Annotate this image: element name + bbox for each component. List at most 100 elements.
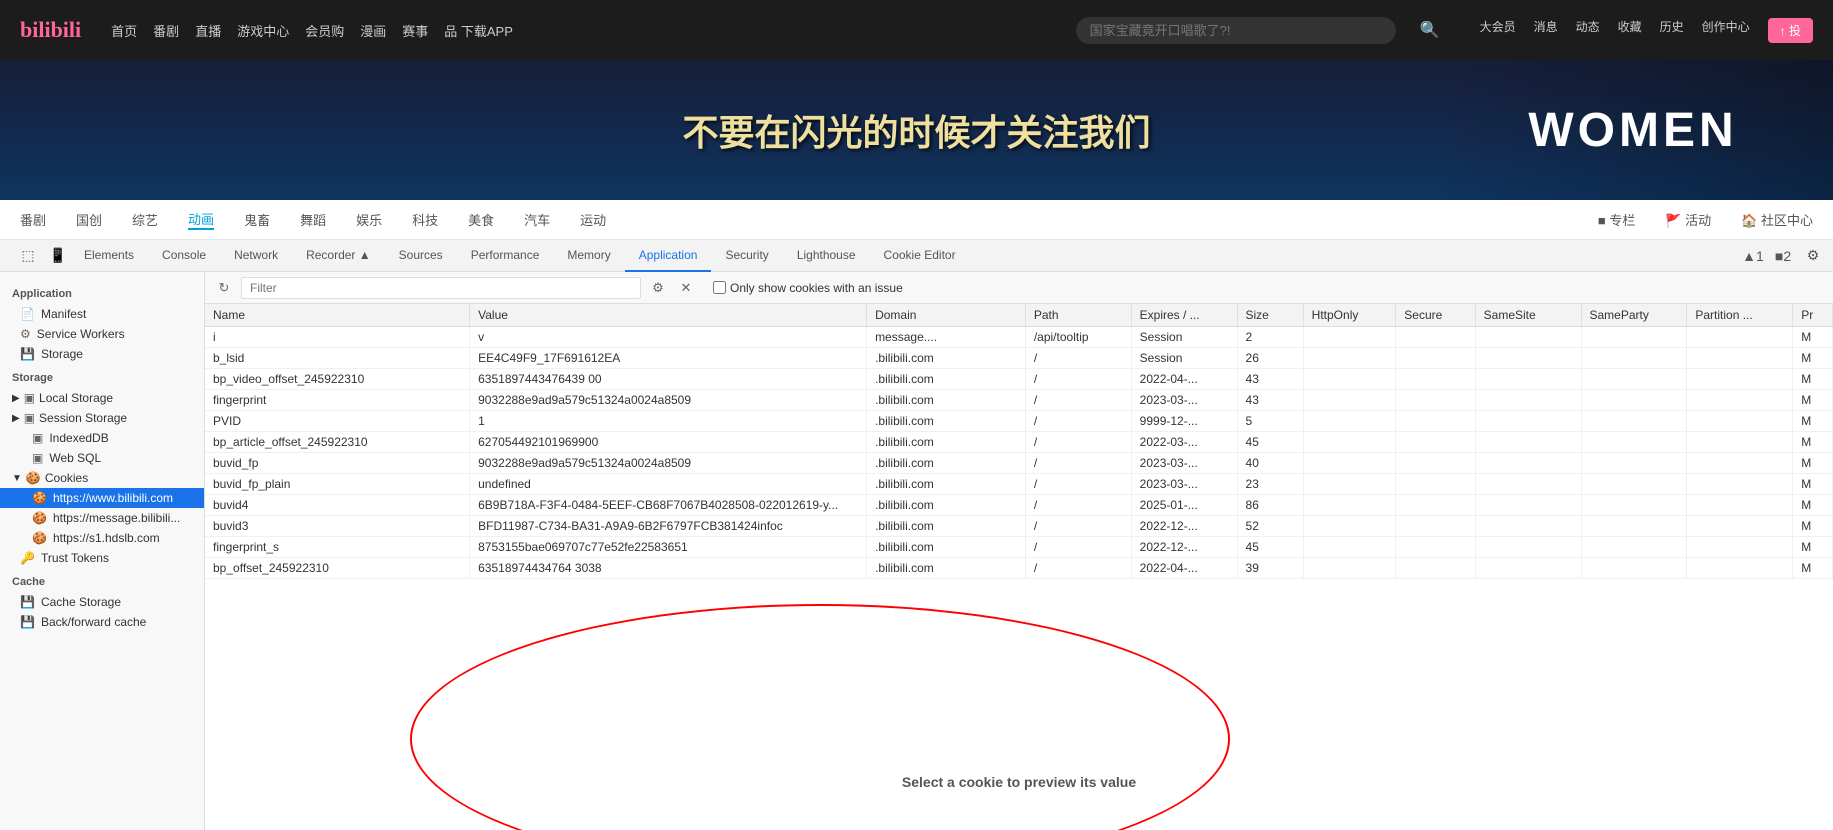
sidebar-label-local-storage: Local Storage [39,391,113,405]
annotation-circle [410,604,1230,830]
col-samesite[interactable]: SameSite [1475,304,1581,327]
table-row[interactable]: buvid_fp_plainundefined.bilibili.com/202… [205,474,1833,495]
subnav-anime[interactable]: 番剧 [20,210,46,229]
sidebar-session-storage[interactable]: ▶ ▣ Session Storage [0,408,204,428]
tab-sources[interactable]: Sources [385,240,457,272]
filter-options-icon[interactable]: ⚙ [647,277,669,299]
info-icon[interactable]: ■2 [1771,244,1795,268]
sidebar-local-storage[interactable]: ▶ ▣ Local Storage [0,388,204,408]
warning-icon[interactable]: ▲1 [1741,244,1765,268]
table-row[interactable]: b_lsidEE4C49F9_17F691612EA.bilibili.com/… [205,348,1833,369]
bilibili-header: bilibili 首页 番剧 直播 游戏中心 会员购 漫画 赛事 品 下载APP… [0,0,1833,200]
sidebar-cookies-group[interactable]: ▼ 🍪 Cookies [0,468,204,488]
tab-recorder[interactable]: Recorder ▲ [292,240,385,272]
table-row[interactable]: bp_article_offset_2459223106270544921019… [205,432,1833,453]
sidebar-cookie-bilibili-message[interactable]: 🍪 https://message.bilibili... [0,508,204,528]
refresh-icon[interactable]: ↻ [213,277,235,299]
tab-security[interactable]: Security [711,240,782,272]
nav-esports[interactable]: 赛事 [402,21,428,40]
subnav-variety[interactable]: 综艺 [132,210,158,229]
nav-manga[interactable]: 漫画 [360,21,386,40]
user-vip[interactable]: 大会员 [1480,18,1516,43]
sidebar-label-cookie-hdslb: https://s1.hdslb.com [53,531,160,545]
col-size[interactable]: Size [1237,304,1303,327]
user-fav[interactable]: 收藏 [1618,18,1642,43]
user-history[interactable]: 历史 [1660,18,1684,43]
sub-nav: 番剧 国创 综艺 动画 鬼畜 舞蹈 娱乐 科技 美食 汽车 运动 ■ 专栏 🚩 … [0,200,1833,240]
settings-gear-icon[interactable]: ⚙ [1801,244,1825,268]
subnav-community[interactable]: 🏠 社区中心 [1741,210,1813,229]
table-row[interactable]: fingerprint9032288e9ad9a579c51324a0024a8… [205,390,1833,411]
subnav-guochuang[interactable]: 国创 [76,210,102,229]
table-row[interactable]: buvid_fp9032288e9ad9a579c51324a0024a8509… [205,453,1833,474]
col-httponly[interactable]: HttpOnly [1303,304,1396,327]
table-row[interactable]: buvid46B9B718A-F3F4-0484-5EEF-CB68F7067B… [205,495,1833,516]
inspect-icon[interactable]: ⬚ [16,244,40,268]
filter-input[interactable] [241,277,641,299]
tab-performance[interactable]: Performance [457,240,554,272]
sidebar-cookie-hdslb[interactable]: 🍪 https://s1.hdslb.com [0,528,204,548]
table-row[interactable]: bp_offset_24592231063518974434764 3038.b… [205,558,1833,579]
col-name[interactable]: Name [205,304,470,327]
issue-filter-checkbox[interactable] [713,281,726,294]
user-msg[interactable]: 消息 [1534,18,1558,43]
nav-anime[interactable]: 番剧 [153,21,179,40]
col-domain[interactable]: Domain [867,304,1026,327]
nav-games[interactable]: 游戏中心 [237,21,289,40]
subnav-column[interactable]: ■ 专栏 [1598,210,1635,229]
subnav-dance[interactable]: 舞蹈 [300,210,326,229]
devtools-icons: ⬚ 📱 [16,244,70,268]
col-secure[interactable]: Secure [1396,304,1475,327]
table-row[interactable]: buvid3BFD11987-C734-BA31-A9A9-6B2F6797FC… [205,516,1833,537]
tab-elements[interactable]: Elements [70,240,148,272]
subnav-animation[interactable]: 动画 [188,209,214,230]
col-path[interactable]: Path [1025,304,1131,327]
sidebar-bfcache[interactable]: 💾 Back/forward cache [0,612,204,632]
subnav-auto[interactable]: 汽车 [524,210,550,229]
sidebar-trust-tokens[interactable]: 🔑 Trust Tokens [0,548,204,568]
subnav-sports[interactable]: 运动 [580,210,606,229]
sidebar-item-service-workers[interactable]: ⚙ Service Workers [0,324,204,344]
user-create[interactable]: 创作中心 [1702,18,1750,43]
col-partition[interactable]: Partition ... [1687,304,1793,327]
tab-memory[interactable]: Memory [553,240,624,272]
tab-cookie-editor[interactable]: Cookie Editor [870,240,970,272]
nav-home[interactable]: 首页 [111,21,137,40]
table-row[interactable]: fingerprint_s8753155bae069707c77e52fe225… [205,537,1833,558]
nav-app[interactable]: 品 下载APP [444,21,513,40]
subnav-tech[interactable]: 科技 [412,210,438,229]
clear-filter-icon[interactable]: ✕ [675,277,697,299]
session-storage-icon: ▣ [24,411,35,425]
nav-live[interactable]: 直播 [195,21,221,40]
search-icon[interactable]: 🔍 [1420,20,1440,40]
sidebar-item-manifest[interactable]: 📄 Manifest [0,304,204,324]
device-icon[interactable]: 📱 [46,244,70,268]
tab-network[interactable]: Network [220,240,292,272]
nav-vip[interactable]: 会员购 [305,21,344,40]
sidebar-websql[interactable]: ▣ Web SQL [0,448,204,468]
sidebar-cache-storage[interactable]: 💾 Cache Storage [0,592,204,612]
subnav-food[interactable]: 美食 [468,210,494,229]
user-dynamic[interactable]: 动态 [1576,18,1600,43]
subnav-activity[interactable]: 🚩 活动 [1665,210,1711,229]
subnav-entertainment[interactable]: 娱乐 [356,210,382,229]
col-sameparty[interactable]: SameParty [1581,304,1687,327]
sidebar-indexeddb[interactable]: ▣ IndexedDB [0,428,204,448]
col-expires[interactable]: Expires / ... [1131,304,1237,327]
search-input[interactable] [1076,17,1396,44]
table-row[interactable]: PVID1.bilibili.com/9999-12-...5M [205,411,1833,432]
tab-application[interactable]: Application [625,240,712,272]
issue-filter-label[interactable]: Only show cookies with an issue [713,281,903,295]
sidebar-cookie-bilibili-www[interactable]: 🍪 https://www.bilibili.com [0,488,204,508]
table-row[interactable]: bp_video_offset_245922310635189744347643… [205,369,1833,390]
col-pr[interactable]: Pr [1793,304,1833,327]
tab-lighthouse[interactable]: Lighthouse [783,240,870,272]
sidebar-item-storage[interactable]: 💾 Storage [0,344,204,364]
tab-console[interactable]: Console [148,240,220,272]
table-row[interactable]: ivmessage..../api/tooltipSession2M [205,327,1833,348]
upload-btn[interactable]: ↑ 投 [1768,18,1813,43]
expand-icon: ▶ [12,393,20,404]
section-cache: Cache [0,568,204,592]
col-value[interactable]: Value [470,304,867,327]
subnav-gueizhi[interactable]: 鬼畜 [244,210,270,229]
